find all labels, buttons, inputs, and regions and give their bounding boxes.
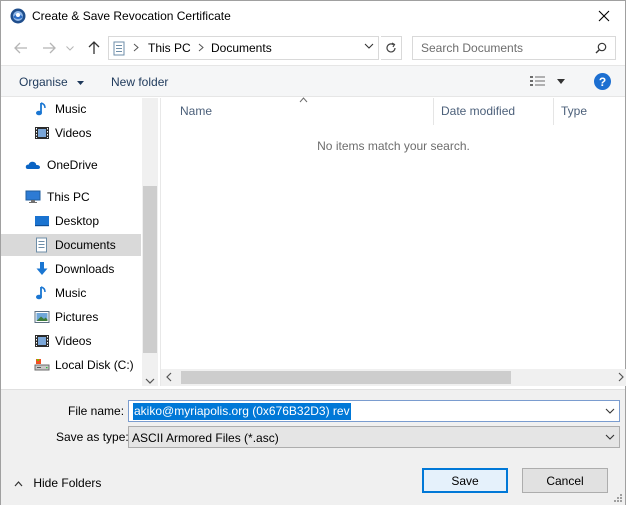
save-as-type-label: Save as type:	[56, 430, 129, 444]
nav-item-label: Documents	[55, 238, 116, 252]
empty-message: No items match your search.	[317, 139, 470, 153]
chevron-right-icon	[198, 43, 204, 52]
organise-button[interactable]: Organise	[19, 75, 85, 89]
onedrive-icon	[25, 161, 40, 169]
refresh-button[interactable]	[381, 36, 402, 60]
nav-item-music[interactable]: Music	[1, 282, 141, 304]
videos-icon	[35, 335, 49, 347]
hide-folders-label: Hide Folders	[33, 476, 102, 490]
save-as-type-value: ASCII Armored Files (*.asc)	[132, 431, 279, 445]
nav-item-label: Downloads	[55, 262, 115, 276]
recent-locations-button[interactable]	[64, 39, 76, 57]
breadcrumb-this-pc[interactable]: This PC	[148, 41, 191, 55]
arrow-right-icon	[43, 42, 56, 54]
music-icon	[36, 286, 46, 300]
navigation-pane: Music Videos OneDrive This PC Desktop Do…	[1, 98, 158, 386]
desktop-icon	[35, 216, 49, 227]
navigation-pane-scrollbar[interactable]	[142, 98, 158, 386]
search-icon	[595, 42, 607, 54]
nav-item-this-pc[interactable]: This PC	[1, 186, 141, 208]
music-icon	[36, 102, 46, 116]
nav-item-label: Music	[55, 286, 87, 300]
nav-item-label: OneDrive	[47, 158, 98, 172]
save-form-panel: File name: akiko@myriapolis.org (0x676B3…	[1, 389, 625, 505]
nav-item-pictures[interactable]: Pictures	[1, 306, 141, 328]
back-button[interactable]	[12, 39, 30, 57]
nav-item-label: Music	[55, 102, 87, 116]
file-name-input[interactable]: akiko@myriapolis.org (0x676B32D3) rev	[133, 403, 351, 420]
nav-item-downloads[interactable]: Downloads	[1, 258, 141, 280]
nav-item-label: Pictures	[55, 310, 99, 324]
navigation-bar: This PC Documents	[1, 34, 625, 62]
chevron-down-icon	[66, 45, 74, 51]
view-details-icon[interactable]	[530, 75, 546, 88]
caret-down-icon[interactable]	[557, 79, 565, 84]
pictures-icon	[34, 311, 50, 323]
new-folder-button[interactable]: New folder	[111, 75, 168, 89]
save-as-type-select[interactable]: ASCII Armored Files (*.asc)	[128, 426, 620, 448]
chevron-right-icon[interactable]	[618, 372, 624, 382]
scrollbar-thumb[interactable]	[143, 186, 157, 353]
chevron-up-icon	[14, 480, 23, 487]
help-button[interactable]: ?	[594, 73, 611, 90]
cancel-button[interactable]: Cancel	[522, 468, 608, 493]
title-bar: Create & Save Revocation Certificate	[1, 1, 625, 32]
window-title: Create & Save Revocation Certificate	[32, 9, 231, 23]
column-header-date-modified[interactable]: Date modified	[435, 98, 554, 125]
chevron-left-icon[interactable]	[166, 372, 172, 382]
file-list: Name Date modified Type No items match y…	[160, 97, 626, 386]
resize-grip-icon[interactable]	[613, 493, 623, 503]
forward-button[interactable]	[40, 39, 58, 57]
nav-item-music[interactable]: Music	[1, 98, 141, 120]
chevron-down-icon[interactable]	[145, 378, 155, 384]
videos-icon	[35, 127, 49, 139]
this-pc-small-icon	[113, 41, 125, 56]
chevron-down-icon	[605, 434, 615, 440]
column-header-label: Date modified	[441, 104, 516, 118]
command-toolbar: Organise New folder ?	[1, 65, 625, 97]
save-dialog-window: Create & Save Revocation Certificate Thi…	[0, 0, 626, 505]
nav-item-videos[interactable]: Videos	[1, 330, 141, 352]
file-name-label: File name:	[68, 404, 125, 418]
file-name-combobox[interactable]: akiko@myriapolis.org (0x676B32D3) rev	[128, 400, 620, 422]
nav-item-label: This PC	[47, 190, 90, 204]
chevron-down-icon[interactable]	[364, 43, 374, 49]
nav-item-label: Desktop	[55, 214, 100, 228]
nav-item-onedrive[interactable]: OneDrive	[1, 154, 141, 176]
up-button[interactable]	[85, 39, 103, 57]
chevron-right-icon	[133, 43, 139, 52]
this-pc-icon	[25, 190, 41, 203]
arrow-left-icon	[14, 42, 27, 54]
organise-label: Organise	[19, 75, 68, 89]
hide-folders-button[interactable]: Hide Folders	[14, 476, 101, 490]
nav-item-videos[interactable]: Videos	[1, 122, 141, 144]
chevron-down-icon[interactable]	[605, 408, 615, 414]
file-list-horizontal-scrollbar[interactable]	[161, 369, 626, 386]
breadcrumb-documents[interactable]: Documents	[211, 41, 272, 55]
search-box[interactable]	[412, 36, 616, 60]
refresh-icon	[386, 42, 396, 53]
search-input[interactable]	[413, 37, 593, 59]
arrow-up-icon	[88, 41, 100, 54]
thunderbird-app-icon	[10, 8, 26, 24]
address-bar[interactable]: This PC Documents	[108, 36, 379, 60]
caret-down-icon	[77, 80, 85, 85]
nav-item-label: Videos	[55, 126, 92, 140]
local-disk-icon	[34, 359, 50, 371]
nav-item-desktop[interactable]: Desktop	[1, 210, 141, 232]
nav-item-label: Videos	[55, 334, 92, 348]
column-header-label: Type	[561, 104, 588, 118]
save-button[interactable]: Save	[422, 468, 508, 493]
scrollbar-thumb[interactable]	[181, 371, 511, 384]
column-header-label: Name	[180, 104, 213, 118]
nav-item-documents[interactable]: Documents	[1, 234, 141, 256]
nav-item-local-disk[interactable]: Local Disk (C:)	[1, 354, 141, 376]
documents-icon	[36, 237, 47, 253]
close-button[interactable]	[589, 3, 619, 29]
column-header-name[interactable]: Name	[174, 98, 434, 125]
nav-item-label: Local Disk (C:)	[55, 358, 134, 372]
column-header-type[interactable]: Type	[555, 98, 626, 125]
downloads-icon	[36, 262, 48, 275]
close-icon	[598, 10, 610, 22]
